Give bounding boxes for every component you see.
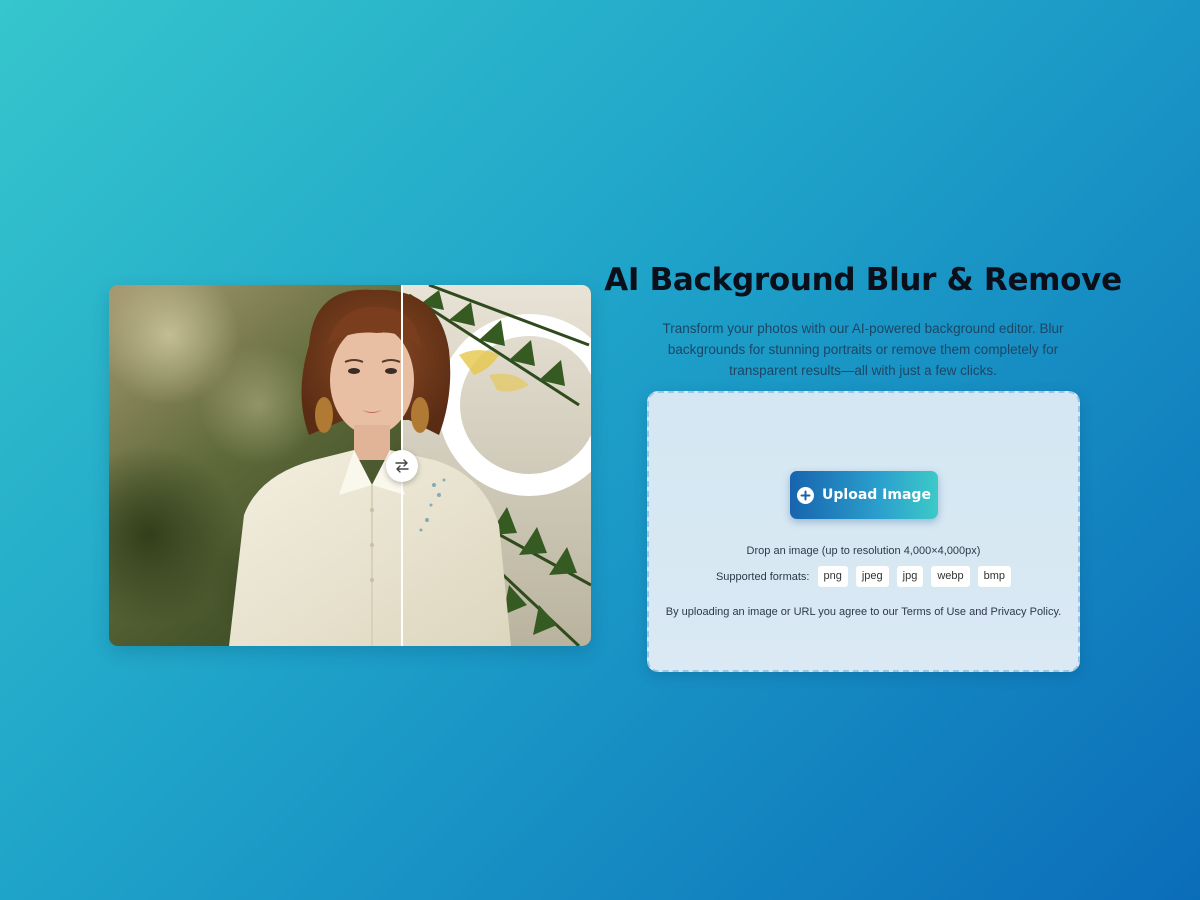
format-chip-png: png bbox=[817, 566, 848, 587]
formats-label: Supported formats: bbox=[715, 570, 810, 583]
format-chip-jpeg: jpeg bbox=[855, 566, 889, 587]
terms-of-use-link[interactable]: Terms of Use bbox=[901, 606, 966, 618]
plus-circle-icon bbox=[797, 486, 815, 504]
agree-and: and bbox=[966, 606, 991, 618]
page-description: Transform your photos with our AI-powere… bbox=[662, 321, 1064, 378]
format-chip-jpg: jpg bbox=[896, 566, 924, 587]
format-chip-bmp: bmp bbox=[977, 566, 1012, 587]
drop-instructions: Drop an image (up to resolution 4,000×4,… bbox=[746, 545, 981, 557]
agree-suffix: . bbox=[1058, 606, 1062, 618]
page-title: AI Background Blur & Remove bbox=[604, 262, 1122, 298]
agree-prefix: By uploading an image or URL you agree t… bbox=[665, 606, 902, 618]
upload-image-button[interactable]: Upload Image bbox=[790, 471, 938, 519]
upload-button-label: Upload Image bbox=[822, 487, 931, 503]
format-chip-webp: webp bbox=[931, 566, 970, 587]
swap-arrows-icon bbox=[395, 459, 409, 473]
before-after-comparison[interactable] bbox=[109, 285, 591, 646]
portrait-sample-image bbox=[109, 285, 591, 646]
comparison-slider-handle[interactable] bbox=[386, 450, 418, 482]
terms-agreement: By uploading an image or URL you agree t… bbox=[649, 606, 1078, 618]
upload-dropzone[interactable]: Upload Image Drop an image (up to resolu… bbox=[647, 391, 1080, 672]
privacy-policy-link[interactable]: Privacy Policy bbox=[990, 606, 1058, 618]
supported-formats: Supported formats: png jpeg jpg webp bmp bbox=[649, 566, 1078, 587]
